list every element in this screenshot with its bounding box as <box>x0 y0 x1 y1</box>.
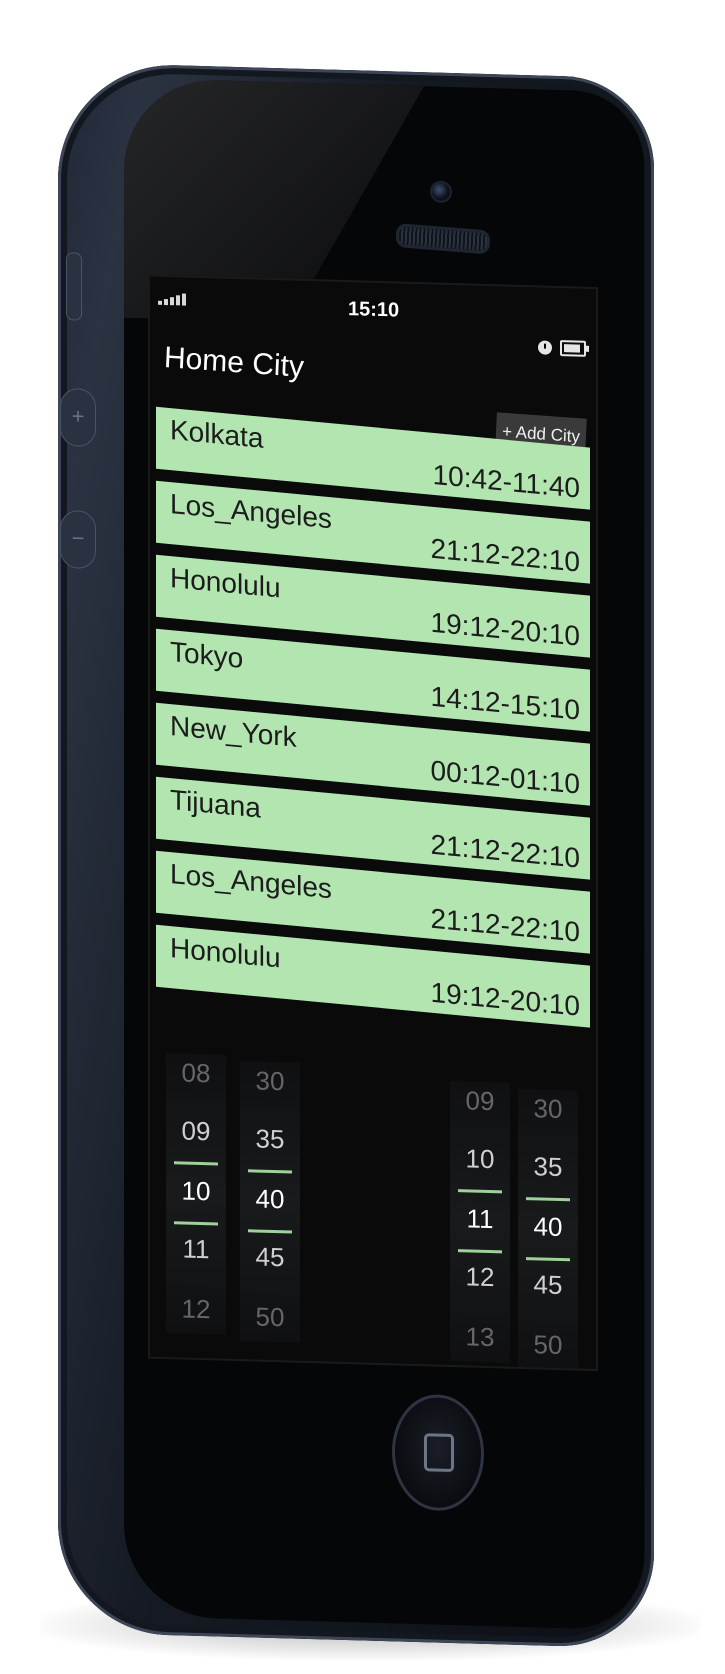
volume-up-button[interactable]: + <box>60 388 96 448</box>
picker-value[interactable]: 08 <box>166 1057 226 1090</box>
earpiece-speaker <box>395 223 491 255</box>
picker-value[interactable]: 30 <box>240 1065 300 1098</box>
city-name: Honolulu <box>170 932 281 974</box>
city-name: New_York <box>170 710 297 754</box>
status-bar: 15:10 <box>150 277 596 333</box>
picker-value[interactable]: 09 <box>166 1115 226 1148</box>
picker-selection-line <box>526 1197 570 1202</box>
picker-selection-line <box>248 1169 292 1174</box>
city-time-range: 19:12-20:10 <box>430 976 580 1022</box>
picker-selected-value[interactable]: 10 <box>166 1175 226 1208</box>
page-title: Home City <box>163 340 305 384</box>
city-name: Tokyo <box>170 636 244 674</box>
city-time-range: 14:12-15:10 <box>430 680 580 726</box>
picker-value[interactable]: 50 <box>240 1301 300 1334</box>
city-time-range: 00:12-01:10 <box>430 754 580 800</box>
picker-value[interactable]: 45 <box>240 1241 300 1274</box>
city-name: Honolulu <box>170 562 281 604</box>
time-pickers: 08 09 10 11 12 30 35 40 45 50 09 10 11 12 13 30 35 40 45 50 <box>150 1053 596 1371</box>
start-minute-picker[interactable]: 30 35 40 45 50 <box>240 1061 300 1343</box>
picker-value[interactable]: 09 <box>450 1085 510 1118</box>
end-hour-picker[interactable]: 09 10 11 12 13 <box>450 1080 510 1363</box>
status-icons <box>538 339 586 357</box>
city-list: Kolkata 10:42-11:40 Los_Angeles 21:12-22:10… <box>156 406 590 1040</box>
picker-value[interactable]: 35 <box>240 1123 300 1156</box>
home-square-icon <box>424 1433 454 1473</box>
city-name: Los_Angeles <box>170 858 332 905</box>
picker-selection-line <box>174 1161 218 1166</box>
picker-value[interactable]: 30 <box>518 1093 578 1126</box>
picker-value[interactable]: 50 <box>518 1329 578 1362</box>
picker-value[interactable]: 12 <box>166 1293 226 1326</box>
city-name: Kolkata <box>170 414 264 454</box>
picker-selection-line <box>248 1229 292 1234</box>
city-name: Tijuana <box>170 784 261 824</box>
phone-device: + − 15:10 Home City + Add City Kolkata 10… <box>58 62 654 1649</box>
battery-icon <box>560 340 586 357</box>
city-time-range: 21:12-22:10 <box>430 532 580 578</box>
end-minute-picker[interactable]: 30 35 40 45 50 <box>518 1088 578 1371</box>
picker-selection-line <box>458 1249 502 1254</box>
status-time: 15:10 <box>348 298 400 322</box>
picker-value[interactable]: 12 <box>450 1261 510 1294</box>
picker-value[interactable]: 13 <box>450 1321 510 1354</box>
city-time-range: 21:12-22:10 <box>430 828 580 874</box>
picker-selected-value[interactable]: 40 <box>240 1183 300 1216</box>
city-time-range: 21:12-22:10 <box>430 902 580 948</box>
start-hour-picker[interactable]: 08 09 10 11 12 <box>166 1053 226 1335</box>
picker-value[interactable]: 10 <box>450 1143 510 1176</box>
picker-selected-value[interactable]: 40 <box>518 1211 578 1244</box>
phone-bezel: 15:10 Home City + Add City Kolkata 10:42-… <box>124 77 644 1631</box>
picker-selection-line <box>458 1189 502 1194</box>
alarm-clock-icon <box>538 340 552 355</box>
picker-selection-line <box>526 1257 570 1262</box>
city-name: Los_Angeles <box>170 488 332 535</box>
picker-value[interactable]: 11 <box>166 1233 226 1266</box>
picker-selected-value[interactable]: 11 <box>450 1203 510 1236</box>
picker-value[interactable]: 35 <box>518 1151 578 1184</box>
volume-down-button[interactable]: − <box>60 510 96 570</box>
city-time-range: 10:42-11:40 <box>432 458 580 504</box>
mute-switch[interactable] <box>66 252 82 321</box>
app-screen: 15:10 Home City + Add City Kolkata 10:42-… <box>148 274 598 1372</box>
city-time-range: 19:12-20:10 <box>430 606 580 652</box>
picker-selection-line <box>174 1221 218 1226</box>
signal-bars-icon <box>158 293 186 306</box>
home-button[interactable] <box>392 1393 484 1512</box>
picker-value[interactable]: 45 <box>518 1269 578 1302</box>
front-camera <box>430 180 452 204</box>
